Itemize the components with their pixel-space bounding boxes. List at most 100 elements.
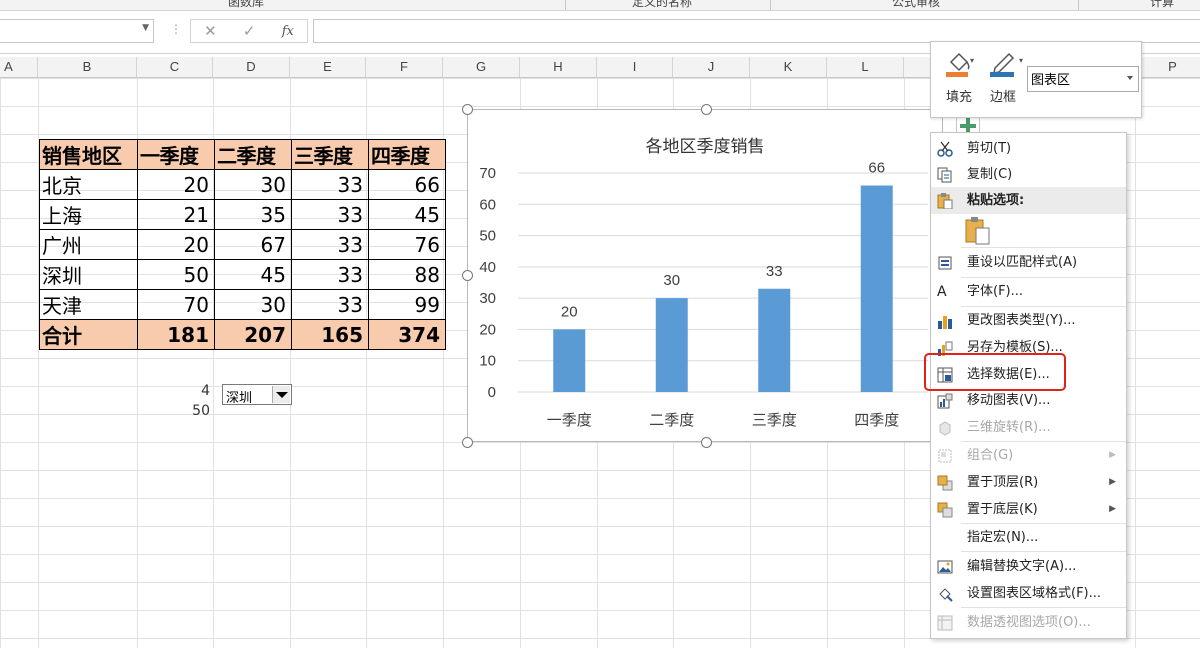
menu-item-cut[interactable]: 剪切(T) [931,135,1126,162]
column-header-l[interactable]: L [827,57,904,77]
column-header-k[interactable]: K [750,57,827,77]
menu-separator [961,607,1126,608]
y-tick-label: 0 [488,384,496,401]
column-header-p[interactable]: P [1135,57,1200,77]
more-icon[interactable]: ⋮ [170,22,182,36]
table-cell[interactable]: 45 [368,199,446,230]
table-cell[interactable]: 上海 [39,199,138,230]
table-cell[interactable]: 天津 [39,289,138,320]
formula-input[interactable] [313,19,1200,43]
fill-label: 填充 [945,90,972,105]
column-header-i[interactable]: I [597,57,673,77]
column-header-h[interactable]: H [520,57,597,77]
table-cell[interactable]: 20 [137,169,215,200]
table-cell[interactable]: 374 [368,319,446,350]
ribbon-group-label: 计算 [1150,0,1175,9]
check-icon[interactable]: ✓ [243,22,256,40]
table-cell[interactable]: 合计 [39,319,138,350]
table-cell[interactable]: 165 [291,319,369,350]
resize-handle[interactable] [701,437,712,448]
bar [553,329,586,392]
table-row: 广州 20 67 33 76 [39,229,446,260]
chevron-down-icon[interactable]: ▾ [970,56,974,65]
table-cell[interactable]: 20 [137,229,215,260]
column-header-f[interactable]: F [366,57,443,77]
chevron-down-icon[interactable] [272,386,290,403]
clipboard-icon [937,193,953,209]
chart-area[interactable]: 各地区季度销售 0 10 20 30 40 50 60 70 20 一季度 30 二季度 33 三季度 66… [467,109,943,442]
paste-option-button[interactable] [965,217,991,245]
menu-item-edit-alt-text[interactable]: 编辑替换文字(A)... [931,553,1126,580]
close-icon[interactable]: ✕ [204,22,217,40]
border-button[interactable]: 边框 [983,48,1023,105]
table-cell[interactable]: 66 [368,169,446,200]
column-header-c[interactable]: C [137,57,213,77]
table-header-cell[interactable]: 三季度 [291,139,369,170]
name-box[interactable]: ▼ [0,19,154,43]
y-tick-label: 60 [479,196,496,213]
table-cell[interactable]: 207 [214,319,292,350]
menu-item-send-to-back[interactable]: 置于底层(K) ▶ [931,496,1126,523]
chevron-down-icon[interactable]: ▾ [1019,56,1023,65]
resize-handle[interactable] [462,104,473,115]
index-cell[interactable]: 4 [170,383,210,399]
menu-item-font[interactable]: A 字体(F)... [931,278,1126,305]
table-cell[interactable]: 33 [291,259,369,290]
menu-item-label: 复制(C) [967,167,1013,182]
table-header-cell[interactable]: 一季度 [137,139,215,170]
paste-options-label: 粘贴选项: [967,193,1025,208]
menu-item-bring-to-front[interactable]: 置于顶层(R) ▶ [931,469,1126,496]
column-header-a[interactable]: A [0,57,38,77]
table-cell[interactable]: 33 [291,199,369,230]
region-combo-box[interactable]: 深圳 [222,384,292,406]
x-tick-label: 一季度 [547,411,592,429]
chevron-down-icon[interactable]: ▼ [142,23,149,33]
column-header-b[interactable]: B [38,57,137,77]
table-cell[interactable]: 70 [137,289,215,320]
table-cell[interactable]: 北京 [39,169,138,200]
table-cell[interactable]: 76 [368,229,446,260]
column-header-e[interactable]: E [290,57,366,77]
table-cell[interactable]: 33 [291,229,369,260]
insert-function-button[interactable]: fx [282,24,294,39]
column-header-g[interactable]: G [443,57,520,77]
column-header-d[interactable]: D [213,57,290,77]
table-cell[interactable]: 30 [214,169,292,200]
table-header-cell[interactable]: 销售地区 [39,139,138,170]
chart-element-select[interactable]: 图表区 [1027,66,1139,92]
table-cell[interactable]: 33 [291,289,369,320]
table-cell[interactable]: 67 [214,229,292,260]
table-cell[interactable]: 35 [214,199,292,230]
column-header-j[interactable]: J [673,57,750,77]
menu-item-move-chart[interactable]: 移动图表(V)... [931,387,1126,414]
data-label: 66 [868,160,885,177]
table-cell[interactable]: 深圳 [39,259,138,290]
menu-item-assign-macro[interactable]: 指定宏(N)... [931,524,1126,551]
menu-item-copy[interactable]: 复制(C) [931,161,1126,188]
mini-toolbar: 填充 ▾ 边框 ▾ 图表区 [930,41,1142,118]
table-header-cell[interactable]: 二季度 [214,139,292,170]
table-cell[interactable]: 21 [137,199,215,230]
resize-handle[interactable] [701,104,712,115]
table-cell[interactable]: 45 [214,259,292,290]
table-cell[interactable]: 181 [137,319,215,350]
table-cell[interactable]: 30 [214,289,292,320]
table-cell[interactable]: 50 [137,259,215,290]
selected-value-cell[interactable]: 50 [170,403,210,419]
table-cell[interactable]: 99 [368,289,446,320]
menu-item-format-chart-area[interactable]: 设置图表区域格式(F)... [931,580,1126,607]
table-header-row: 销售地区 一季度 二季度 三季度 四季度 [39,139,446,170]
ribbon-group-label: 函数库 [228,0,265,9]
chevron-down-icon[interactable] [1127,76,1133,80]
table-cell[interactable]: 88 [368,259,446,290]
resize-handle[interactable] [462,270,473,281]
menu-item-change-chart-type[interactable]: 更改图表类型(Y)... [931,307,1126,334]
data-label: 30 [663,272,680,289]
table-header-cell[interactable]: 四季度 [368,139,446,170]
ribbon-separator [565,0,566,10]
menu-item-reset-style[interactable]: 重设以匹配样式(A) [931,249,1126,276]
menu-separator [961,247,1126,248]
resize-handle[interactable] [462,437,473,448]
table-cell[interactable]: 广州 [39,229,138,260]
table-cell[interactable]: 33 [291,169,369,200]
